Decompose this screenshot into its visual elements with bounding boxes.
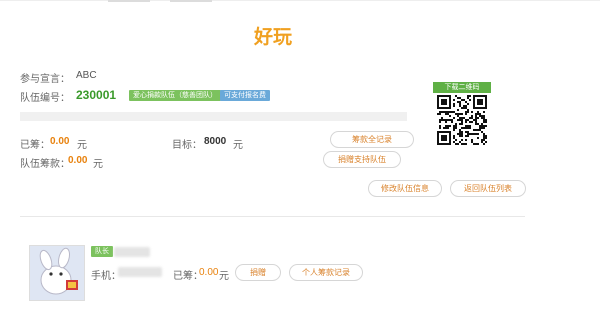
declaration-label: 参与宣言：: [20, 74, 70, 85]
target-value: 8000: [204, 136, 227, 147]
member-name-redacted: [114, 247, 150, 257]
download-qr-button[interactable]: 下载二维码: [433, 82, 491, 93]
member-avatar: [29, 245, 85, 301]
team-no-label: 队伍编号：: [20, 93, 70, 104]
declaration-value: ABC: [76, 70, 97, 81]
top-tab-mark: [170, 0, 212, 2]
top-border: [0, 0, 600, 1]
donation-progress-bar: [20, 112, 407, 121]
phone-label: 手机：: [91, 271, 121, 282]
captain-tag: 队长: [91, 246, 113, 257]
team-donation-value: 0.00: [68, 155, 88, 166]
raised-value: 0.00: [50, 136, 70, 147]
all-donation-records-button[interactable]: 筹款全记录: [330, 131, 414, 148]
personal-records-button[interactable]: 个人筹款记录: [289, 264, 363, 281]
team-no-value: 230001: [76, 88, 117, 102]
team-donation-unit: 元: [93, 159, 103, 170]
qr-code-panel: 下载二维码: [433, 82, 491, 148]
rabbit-mascot-icon: [30, 246, 84, 300]
donate-support-team-button[interactable]: 捐赠支持队伍: [323, 151, 401, 168]
phone-redacted: [118, 267, 162, 277]
team-donation-label: 队伍筹款：: [20, 159, 70, 170]
raised-unit: 元: [77, 140, 87, 151]
can-donate-tag: 可支付报名费: [220, 90, 270, 101]
back-to-team-list-button[interactable]: 返回队伍列表: [450, 180, 526, 197]
page-title: 好玩: [253, 27, 292, 48]
top-tab-mark: [108, 0, 150, 2]
target-label: 目标：: [172, 140, 202, 151]
raised-label: 已筹：: [20, 140, 50, 151]
edit-team-info-button[interactable]: 修改队伍信息: [368, 180, 442, 197]
qr-code-image: [437, 95, 487, 145]
member-raised-value: 0.00: [199, 267, 219, 278]
love-team-tag: 爱心捐款队伍（慈善团队）: [129, 90, 221, 101]
donate-button[interactable]: 捐赠: [235, 264, 281, 281]
member-raised-unit: 元: [219, 271, 229, 282]
target-unit: 元: [233, 140, 243, 151]
section-divider: [20, 216, 525, 217]
